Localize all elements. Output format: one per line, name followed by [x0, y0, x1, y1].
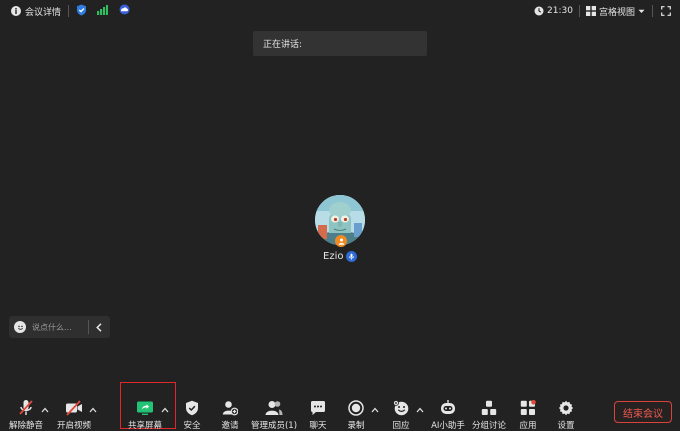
collapse-chat-button[interactable]	[91, 319, 107, 335]
chevron-down-icon	[638, 9, 645, 13]
share-screen-icon	[137, 401, 153, 415]
clock-time: 21:30	[547, 6, 573, 16]
top-bar: i 会议详情 21:30 宫格视图	[0, 0, 680, 22]
record-button[interactable]: 录制	[342, 390, 370, 431]
reactions-label: 回应	[392, 421, 410, 431]
breakout-rooms-label: 分组讨论	[471, 421, 506, 431]
shield-check-icon[interactable]	[76, 4, 87, 19]
members-icon	[265, 400, 283, 415]
fullscreen-button[interactable]	[658, 3, 674, 19]
meeting-info-label: 会议详情	[25, 7, 62, 18]
participant-name: Ezio	[323, 251, 358, 262]
divider	[578, 5, 580, 17]
bottom-toolbar: 解除静音 开启视频 共享屏幕 安全 邀请 管理成员(1) 聊天 录制 回应 AI…	[0, 390, 680, 431]
record-label: 录制	[347, 421, 365, 431]
breakout-icon	[481, 400, 497, 415]
chevron-left-icon	[96, 322, 102, 332]
top-bar-left: i 会议详情	[6, 4, 131, 19]
unmute-button[interactable]: 解除静音	[6, 390, 46, 431]
participant-name-label: Ezio	[323, 251, 344, 262]
end-meeting-button[interactable]: 结束会议	[614, 401, 672, 423]
fullscreen-icon	[661, 6, 671, 16]
ai-robot-icon	[441, 399, 455, 414]
chat-icon	[311, 400, 325, 415]
info-icon: i	[11, 6, 21, 16]
reactions-button[interactable]: 回应	[387, 390, 415, 431]
grid-view-icon	[585, 6, 596, 16]
chevron-up-icon[interactable]	[41, 407, 49, 413]
divider	[68, 5, 70, 17]
ai-assistant-label: AI小助手	[431, 421, 465, 431]
security-button[interactable]: 安全	[178, 390, 206, 431]
chat-button[interactable]: 聊天	[304, 390, 332, 431]
chevron-up-icon[interactable]	[161, 407, 169, 413]
start-video-label: 开启视频	[56, 421, 91, 431]
meeting-clock: 21:30	[530, 6, 577, 16]
apps-label: 应用	[519, 421, 537, 431]
speaking-label: 正在讲话:	[263, 40, 303, 50]
speaking-indicator: 正在讲话:	[253, 31, 427, 56]
settings-button[interactable]: 设置	[552, 390, 580, 431]
clock-icon	[534, 6, 544, 16]
meeting-info-button[interactable]: i 会议详情	[11, 5, 61, 18]
chevron-up-icon[interactable]	[89, 407, 97, 413]
chat-input[interactable]	[32, 322, 84, 332]
divider	[652, 5, 653, 17]
view-mode-label: 宫格视图	[598, 7, 635, 18]
invite-user-icon	[222, 400, 238, 415]
signal-strength-icon[interactable]	[97, 4, 109, 18]
share-screen-button[interactable]: 共享屏幕	[124, 390, 166, 431]
mic-muted-icon	[19, 399, 33, 415]
apps-button[interactable]: 应用	[514, 390, 542, 431]
host-user-icon	[338, 238, 344, 245]
manage-members-label: 管理成员(1)	[250, 421, 298, 431]
reaction-icon	[392, 399, 408, 415]
chat-label: 聊天	[309, 421, 327, 431]
record-icon	[348, 399, 364, 416]
manage-members-button[interactable]: 管理成员(1)	[251, 390, 297, 431]
apps-icon	[520, 399, 536, 415]
chevron-up-icon[interactable]	[371, 407, 379, 413]
chat-input-bar	[9, 316, 110, 338]
start-video-button[interactable]: 开启视频	[54, 390, 94, 431]
gear-icon	[558, 400, 574, 415]
end-meeting-label: 结束会议	[623, 408, 663, 420]
breakout-rooms-button[interactable]: 分组讨论	[470, 390, 508, 431]
settings-label: 设置	[557, 421, 575, 431]
invite-label: 邀请	[221, 421, 239, 431]
emoji-icon[interactable]	[14, 321, 26, 333]
cloud-icon[interactable]	[118, 4, 131, 18]
shield-icon	[186, 400, 198, 415]
divider	[88, 320, 89, 334]
invite-button[interactable]: 邀请	[216, 390, 244, 431]
mic-active-icon	[346, 251, 358, 262]
top-bar-right: 21:30 宫格视图	[530, 3, 674, 19]
chevron-up-icon[interactable]	[416, 407, 424, 413]
view-mode-button[interactable]: 宫格视图	[582, 5, 649, 18]
host-badge	[335, 235, 347, 247]
share-screen-label: 共享屏幕	[127, 421, 162, 431]
security-label: 安全	[183, 421, 201, 431]
video-off-icon	[66, 399, 82, 416]
ai-assistant-button[interactable]: AI小助手	[429, 390, 467, 431]
unmute-label: 解除静音	[8, 421, 43, 431]
